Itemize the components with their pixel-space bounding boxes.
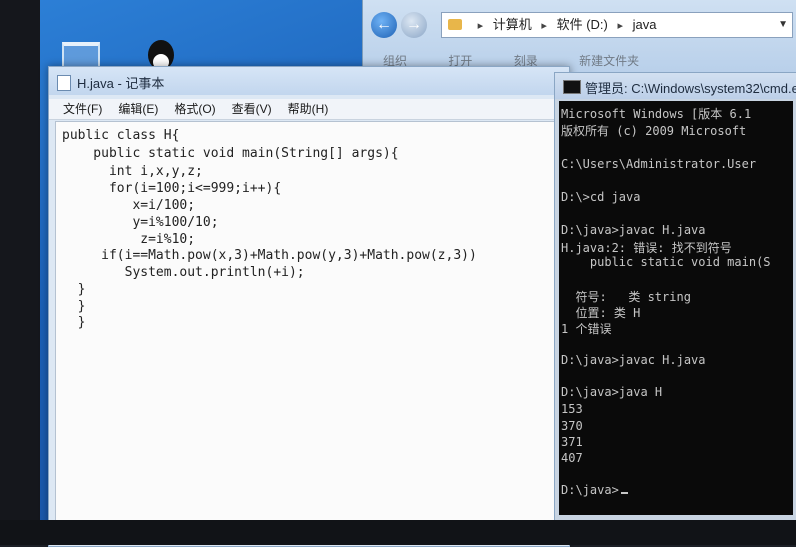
console-line: H.java:2: 错误: 找不到符号: [561, 241, 732, 255]
address-bar[interactable]: ▸ 计算机 ▸ 软件 (D:) ▸ java ▼: [441, 12, 793, 38]
notepad-titlebar[interactable]: H.java - 记事本: [49, 67, 569, 95]
code-line: int i,x,y,z;: [62, 164, 203, 179]
console-line: 153: [561, 402, 583, 416]
monitor-bezel-left: [0, 0, 40, 545]
breadcrumb-java[interactable]: java: [633, 17, 657, 32]
code-line: x=i/100;: [62, 198, 196, 213]
breadcrumb-computer[interactable]: 计算机: [493, 17, 532, 32]
menu-edit[interactable]: 编辑(E): [118, 99, 158, 119]
code-line: if(i==Math.pow(x,3)+Math.pow(y,3)+Math.p…: [62, 248, 477, 263]
code-line: for(i=100;i<=999;i++){: [62, 181, 282, 196]
menu-view[interactable]: 查看(V): [232, 99, 272, 119]
code-line: z=i%10;: [62, 232, 196, 247]
code-line: }: [62, 315, 86, 330]
breadcrumb-drive-d[interactable]: 软件 (D:): [557, 17, 608, 32]
code-line: y=i%100/10;: [62, 215, 219, 230]
notepad-window: H.java - 记事本 文件(F) 编辑(E) 格式(O) 查看(V) 帮助(H) p…: [48, 66, 570, 547]
notepad-icon: [57, 75, 71, 91]
console-line: D:\java>javac H.java: [561, 223, 706, 237]
menu-help[interactable]: 帮助(H): [288, 99, 329, 119]
console-line: D:\>cd java: [561, 190, 641, 204]
console-prompt: D:\java>: [561, 483, 619, 497]
console-line: 版权所有 (c) 2009 Microsoft: [561, 124, 747, 138]
code-line: System.out.println(+i);: [62, 265, 305, 280]
new-folder-button[interactable]: 新建文件夹: [579, 54, 639, 68]
explorer-window: ← → ▸ 计算机 ▸ 软件 (D:) ▸ java ▼ 组织 打开 刻录 新建…: [362, 0, 796, 72]
console-line: 370: [561, 419, 583, 433]
notepad-editor[interactable]: public class H{ public static void main(…: [55, 121, 561, 543]
text-cursor: [620, 492, 628, 494]
console-line: 位置: 类 H: [561, 306, 641, 320]
console-line: 1 个错误: [561, 322, 612, 336]
chevron-down-icon[interactable]: ▼: [778, 13, 788, 37]
cmd-titlebar[interactable]: 管理员: C:\Windows\system32\cmd.exe: [555, 73, 796, 99]
monitor-bezel-bottom: [0, 520, 796, 545]
folder-icon: [448, 19, 462, 30]
console-line: Microsoft Windows [版本 6.1: [561, 107, 752, 121]
cmd-title: 管理员: C:\Windows\system32\cmd.exe: [585, 81, 796, 96]
forward-arrow-icon[interactable]: →: [401, 12, 427, 38]
console-line: 407: [561, 451, 583, 465]
console-line: D:\java>java H: [561, 385, 663, 399]
console-line: 符号: 类 string: [561, 290, 691, 304]
code-line: public class H{: [62, 128, 180, 143]
console-prompt-line: D:\java>: [561, 483, 628, 497]
console-icon: [563, 80, 581, 94]
cmd-console[interactable]: Microsoft Windows [版本 6.1 版权所有 (c) 2009 …: [559, 101, 793, 515]
console-line: 371: [561, 435, 583, 449]
menu-format[interactable]: 格式(O): [174, 99, 215, 119]
cmd-window: 管理员: C:\Windows\system32\cmd.exe Microso…: [554, 72, 796, 522]
code-line: }: [62, 282, 86, 297]
menu-file[interactable]: 文件(F): [63, 99, 102, 119]
code-line: public static void main(String[] args){: [62, 146, 399, 161]
code-line: }: [62, 299, 86, 314]
console-line: public static void main(S: [561, 255, 771, 269]
console-line: C:\Users\Administrator.User: [561, 157, 757, 171]
notepad-title: H.java - 记事本: [77, 76, 165, 91]
back-arrow-icon[interactable]: ←: [371, 12, 397, 38]
notepad-menubar: 文件(F) 编辑(E) 格式(O) 查看(V) 帮助(H): [49, 99, 569, 120]
console-line: D:\java>javac H.java: [561, 353, 706, 367]
